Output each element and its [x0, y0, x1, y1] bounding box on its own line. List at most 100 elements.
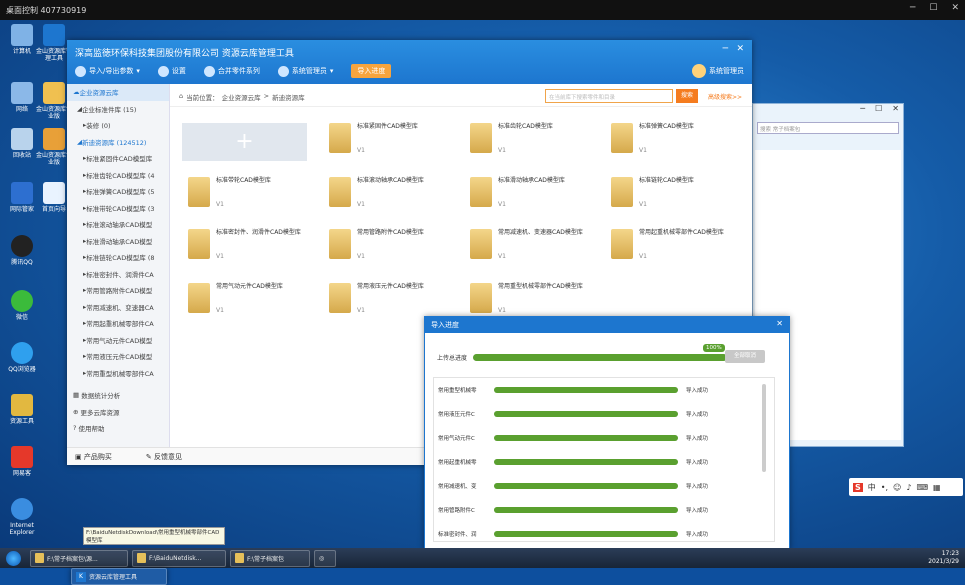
purchase-link[interactable]: ▣ 产品购买 [75, 452, 112, 462]
folder-icon [611, 177, 633, 207]
close-icon[interactable]: ✕ [776, 319, 783, 328]
sidebar-item-pulley[interactable]: ▸ 标准带轮CAD模型库 (3 [67, 200, 169, 217]
search-input[interactable]: 在当前库下搜索零件和目录 [545, 89, 673, 103]
folder-item[interactable]: 常用减速机、变速器CAD模型库 V1 [466, 227, 604, 272]
sidebar: ☁ 企业资源云库 ◢ 企业标准件库 (15) ▸ 装修 (0) ◢ 新迪资源库 … [67, 84, 170, 465]
start-button[interactable] [0, 548, 26, 568]
scrollbar[interactable] [762, 384, 766, 472]
recycle-bin-icon [11, 128, 33, 150]
feedback-link[interactable]: ✎ 反馈意见 [146, 452, 182, 462]
guide-icon [43, 182, 65, 204]
import-progress-dialog[interactable]: 导入进度 ✕ 上传总进度 100% 全部取消 常用重型机械零 导入成功 常用液压元件C… [424, 316, 790, 550]
minimize-icon[interactable]: ─ [723, 44, 728, 54]
task-progress-fill [494, 411, 678, 417]
desktop-icon-ie[interactable]: Internet Explorer [2, 498, 42, 536]
sidebar-item-lifting[interactable]: ▸ 常用起重机械零部件CA [67, 315, 169, 332]
sidebar-item-stats[interactable]: ▦ 数据统计分析 [67, 387, 169, 404]
sidebar-item-more[interactable]: ⊕ 更多云库资源 [67, 404, 169, 421]
desktop-icon-netease[interactable]: 网易客 [2, 446, 42, 477]
folder-item[interactable]: 标准齿轮CAD模型库 V1 [466, 121, 604, 166]
sidebar-item-hydraulic[interactable]: ▸ 常用液压元件CAD模型 [67, 348, 169, 365]
folder-item[interactable]: 标准链轮CAD模型库 V1 [607, 175, 745, 220]
sidebar-item-rolling-bearing[interactable]: ▸ 标准滚动轴承CAD模型 [67, 216, 169, 233]
punctuation-icon[interactable]: •, [881, 483, 888, 492]
desktop-icon-tools[interactable]: 资源工具 [2, 394, 42, 425]
mic-icon[interactable]: ♪ [906, 483, 911, 492]
folder-item[interactable]: 标准滚动轴承CAD模型库 V1 [325, 175, 463, 220]
ime-language[interactable]: 中 [868, 482, 876, 493]
folder-item[interactable]: 标准滑动轴承CAD模型库 V1 [466, 175, 604, 220]
close-icon[interactable]: ✕ [736, 44, 744, 54]
maximize-icon[interactable]: ☐ [929, 3, 937, 13]
minimize-icon[interactable]: ─ [860, 104, 865, 118]
folder-icon [329, 229, 351, 259]
folder-item[interactable]: 常用管路附件CAD模型库 V1 [325, 227, 463, 272]
system-admin-button[interactable]: 系统管理员 ▾ [277, 65, 333, 77]
browser-icon [11, 342, 33, 364]
sidebar-item-heavy[interactable]: ▸ 常用重型机械零部件CA [67, 365, 169, 382]
add-library-button[interactable]: + [182, 123, 307, 161]
computer-icon [11, 24, 33, 46]
user-menu[interactable]: 系统管理员 [692, 64, 744, 78]
taskbar-item[interactable]: F:\常子档案包\源... [30, 549, 128, 567]
minimize-icon[interactable]: ─ [910, 3, 915, 13]
feedback-icon: ✎ [145, 452, 152, 461]
taskbar-item-app[interactable]: K 资源云库管理工具 [71, 568, 167, 585]
sidebar-item-xindi[interactable]: ◢ 新迪资源库 (124512) [67, 134, 169, 151]
sidebar-item-fastener[interactable]: ▸ 标准紧固件CAD模型库 [67, 150, 169, 167]
qq-icon [11, 235, 33, 257]
task-list[interactable]: 常用重型机械零 导入成功 常用液压元件C 导入成功 常用气动元件C 导入成功 常用起重机械零… [433, 377, 775, 542]
overall-progress-bar [473, 354, 727, 361]
folder-item[interactable]: 标准弹簧CAD模型库 V1 [607, 121, 745, 166]
advanced-search-link[interactable]: 高级搜索>> [708, 92, 742, 101]
skin-icon[interactable]: ▦ [933, 483, 941, 492]
sidebar-item-gear[interactable]: ▸ 标准齿轮CAD模型库 (4 [67, 167, 169, 184]
folder-item[interactable]: 标准密封件、润滑件CAD模型库 V1 [184, 227, 322, 272]
desktop-icon-wechat[interactable]: 微信 [2, 290, 42, 321]
sidebar-item-reducer[interactable]: ▸ 常用减速机、变速器CA [67, 299, 169, 316]
task-status: 导入成功 [686, 436, 709, 442]
close-icon[interactable]: ✕ [951, 3, 959, 13]
sidebar-item-pneumatic[interactable]: ▸ 常用气动元件CAD模型 [67, 332, 169, 349]
task-progress-bar [494, 483, 678, 489]
maximize-icon[interactable]: ☐ [875, 104, 882, 118]
taskbar-item-browser[interactable]: ◎ [314, 549, 336, 567]
folder-icon [188, 283, 210, 313]
explorer-search-input[interactable]: 搜索 常子档案包 [757, 122, 899, 134]
sidebar-item-decoration[interactable]: ▸ 装修 (0) [67, 117, 169, 134]
folder-icon [43, 128, 65, 150]
import-export-button[interactable]: 导入/导出参数 ▾ [75, 65, 140, 77]
cancel-all-button[interactable]: 全部取消 [725, 350, 765, 363]
sidebar-item-help[interactable]: ? 使用帮助 [67, 420, 169, 437]
sidebar-item-sprocket[interactable]: ▸ 标准链轮CAD模型库 (8 [67, 249, 169, 266]
ime-toolbar[interactable]: S 中 •, ☺ ♪ ⌨ ▦ [849, 478, 963, 496]
import-progress-button[interactable]: 导入进度 [351, 64, 392, 78]
taskbar-item[interactable]: F:\常子档案包 [230, 549, 310, 567]
settings-button[interactable]: 设置 [157, 65, 186, 77]
emoji-icon[interactable]: ☺ [893, 483, 901, 492]
folder-item[interactable]: 标准紧固件CAD模型库 V1 [325, 121, 463, 166]
folder-item[interactable]: 常用气动元件CAD模型库 V1 [184, 281, 322, 326]
task-progress-bar [494, 435, 678, 441]
sidebar-item-pipe[interactable]: ▸ 常用管路附件CAD模型 [67, 282, 169, 299]
sidebar-item-enterprise-cloud[interactable]: ☁ 企业资源云库 [67, 84, 169, 101]
task-name: 标准密封件、润 [438, 532, 477, 538]
taskbar: F:\常子档案包\源... F:\BaiduNetdisk... F:\常子档案… [0, 548, 965, 585]
taskbar-item[interactable]: F:\BaiduNetdisk... [132, 549, 226, 567]
search-button[interactable]: 搜索 [676, 89, 698, 103]
merge-button[interactable]: 合并零件系列 [203, 65, 260, 77]
sidebar-item-seal[interactable]: ▸ 标准密封件、润滑件CA [67, 266, 169, 283]
close-icon[interactable]: ✕ [892, 104, 899, 118]
folder-item[interactable]: 标准带轮CAD模型库 V1 [184, 175, 322, 220]
desktop-icon-qq[interactable]: 腾讯QQ [2, 235, 42, 266]
breadcrumb-link[interactable]: 企业资源云库 [222, 92, 261, 102]
task-progress-fill [494, 459, 678, 465]
keyboard-icon[interactable]: ⌨ [916, 483, 928, 492]
desktop-icon-qqbrowser[interactable]: QQ浏览器 [2, 342, 42, 373]
folder-icon [470, 283, 492, 313]
sidebar-item-sliding-bearing[interactable]: ▸ 标准滑动轴承CAD模型 [67, 233, 169, 250]
sidebar-item-enterprise-std[interactable]: ◢ 企业标准件库 (15) [67, 101, 169, 118]
overall-progress-percent: 100% [703, 344, 725, 352]
sidebar-item-spring[interactable]: ▸ 标准弹簧CAD模型库 (5 [67, 183, 169, 200]
folder-item[interactable]: 常用起重机械零部件CAD模型库 V1 [607, 227, 745, 272]
